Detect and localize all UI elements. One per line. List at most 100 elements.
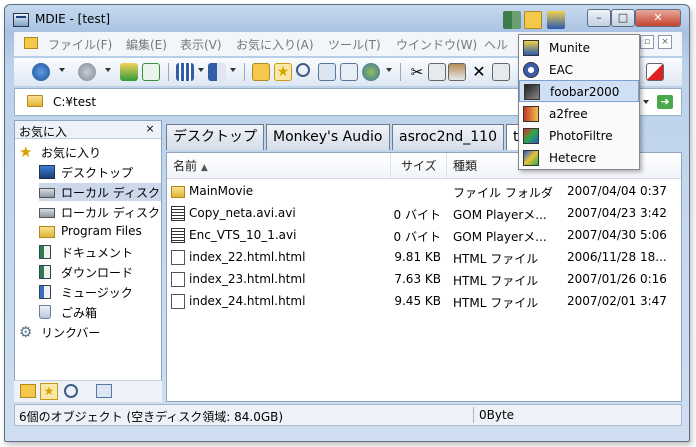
delete-icon[interactable]: ✕ [470, 63, 488, 81]
file-row[interactable]: index_24.html.html 9.45 KB HTML ファイル 200… [167, 291, 681, 313]
file-name: Enc_VTS_10_1.avi [189, 228, 297, 242]
forward-dropdown-icon[interactable] [105, 68, 111, 72]
titlebar-launcher-icon[interactable] [547, 11, 565, 29]
sort-dropdown-icon[interactable] [230, 68, 236, 72]
titlebar-folder-icon[interactable] [524, 11, 542, 29]
app-icon [13, 13, 29, 27]
tree-item-favorites[interactable]: ★ お気に入り [19, 143, 159, 161]
thumbnail-icon[interactable] [340, 63, 358, 81]
cut-icon[interactable]: ✂ [408, 63, 426, 81]
status-size: 0Byte [479, 408, 515, 422]
file-row[interactable]: Copy_neta.avi.avi 0 バイト GOM Playerメ... 2… [167, 203, 681, 225]
file-size: 9.81 KB [394, 250, 441, 264]
titlebar-tool-icon[interactable] [503, 11, 521, 29]
address-input[interactable]: C:¥test [53, 95, 96, 109]
favorites-star-icon[interactable]: ★ [274, 63, 292, 81]
favorites-pane-footer: ★ [14, 380, 162, 402]
footer-preview-icon[interactable] [96, 384, 112, 398]
file-name: index_24.html.html [189, 294, 306, 308]
html-file-icon [171, 272, 185, 287]
minimize-button[interactable]: – [587, 9, 611, 27]
internet-icon[interactable] [362, 63, 380, 81]
internet-dropdown-icon[interactable] [386, 68, 392, 72]
close-button[interactable]: ✕ [635, 9, 681, 27]
mdi-restore-button[interactable]: ▫ [640, 35, 654, 49]
file-row[interactable]: index_23.html.html 7.63 KB HTML ファイル 200… [167, 269, 681, 291]
file-list: 名前 ▲ サイズ 種類 MainMovie ファイル フォルダ 2007/04/… [166, 152, 682, 402]
popup-item-munite[interactable]: Munite [519, 37, 639, 59]
up-folder-icon[interactable] [120, 63, 138, 81]
footer-favorites-icon[interactable]: ★ [40, 383, 58, 400]
column-header-name[interactable]: 名前 ▲ [167, 153, 391, 179]
tab-asroc2nd[interactable]: asroc2nd_110 [392, 124, 504, 150]
popup-item-photofiltre[interactable]: PhotoFiltre [519, 125, 639, 147]
menu-folder-icon [24, 37, 38, 49]
menu-help[interactable]: ヘル [484, 36, 508, 53]
menu-file[interactable]: ファイル(F) [48, 36, 112, 53]
footer-folder-icon[interactable] [20, 384, 36, 398]
favorites-pane-close-button[interactable]: × [143, 122, 157, 136]
copy-icon[interactable] [428, 63, 446, 81]
folders-icon[interactable] [252, 63, 270, 81]
status-objects: 6個のオブジェクト (空きディスク領域: 84.0GB) [19, 410, 284, 424]
menu-window[interactable]: ウインドウ(W) [396, 36, 477, 53]
footer-search-icon[interactable] [64, 384, 78, 398]
popup-item-eac[interactable]: EAC [519, 59, 639, 81]
tree-item-music[interactable]: ミュージック [39, 283, 159, 301]
favorites-pane: お気に入 × ★ お気に入り デスクトップ ローカル ディスク ローカル ディス… [14, 120, 162, 402]
tab-monkeys-audio[interactable]: Monkey's Audio [266, 124, 390, 150]
tree-item-links-bar[interactable]: ⚙ リンクバー [19, 323, 159, 341]
photofiltre-icon [523, 128, 539, 144]
file-date: 2007/04/04 0:37 [567, 184, 667, 198]
mdi-close-button[interactable]: × [658, 35, 672, 49]
a2free-icon [523, 106, 539, 122]
toolbar-separator [168, 63, 169, 81]
go-arrow-icon[interactable]: ➜ [657, 95, 673, 109]
view-icon[interactable] [176, 63, 194, 81]
tree-item-recycle-bin[interactable]: ごみ箱 [39, 303, 159, 321]
properties-icon[interactable] [492, 63, 510, 81]
file-row[interactable]: index_22.html.html 9.81 KB HTML ファイル 200… [167, 247, 681, 269]
menu-edit[interactable]: 編集(E) [126, 36, 167, 53]
file-row[interactable]: MainMovie ファイル フォルダ 2007/04/04 0:37 [167, 181, 681, 203]
tree-item-downloads[interactable]: ダウンロード [39, 263, 159, 281]
tree-item-local-disk-2[interactable]: ローカル ディスク [39, 203, 161, 221]
popup-item-foobar2000[interactable]: foobar2000 [519, 80, 639, 102]
forward-icon[interactable] [78, 63, 96, 81]
file-size: 7.63 KB [394, 272, 441, 286]
search-icon[interactable] [296, 63, 310, 77]
view-dropdown-icon[interactable] [198, 68, 204, 72]
tab-desktop[interactable]: デスクトップ [166, 124, 264, 150]
eac-icon [523, 62, 539, 78]
tree-item-desktop[interactable]: デスクトップ [39, 163, 159, 181]
back-dropdown-icon[interactable] [59, 68, 65, 72]
maximize-button[interactable]: □ [611, 9, 635, 27]
munite-icon [523, 40, 539, 56]
file-date: 2006/11/28 18... [567, 250, 667, 264]
title-bar: MDIE - [test] – □ ✕ [5, 5, 689, 35]
sort-icon[interactable] [208, 63, 226, 81]
status-divider [473, 407, 474, 423]
popup-item-a2free[interactable]: a2free [519, 103, 639, 125]
file-date: 2007/04/30 5:06 [567, 228, 667, 242]
address-dropdown-icon[interactable] [643, 100, 649, 104]
file-size: 0 バイト [393, 208, 441, 222]
menu-favorites[interactable]: お気に入り(A) [236, 36, 314, 53]
menu-tools[interactable]: ツール(T) [328, 36, 381, 53]
popup-item-hetecre[interactable]: Hetecre [519, 147, 639, 169]
favorites-pane-header: お気に入 × [15, 121, 161, 139]
paste-icon[interactable] [448, 63, 466, 81]
file-type: GOM Playerメ... [453, 230, 547, 244]
refresh-icon[interactable] [142, 63, 160, 81]
file-type: HTML ファイル [453, 252, 539, 266]
file-row[interactable]: Enc_VTS_10_1.avi 0 バイト GOM Playerメ... 20… [167, 225, 681, 247]
tree-item-local-disk-1[interactable]: ローカル ディスク [39, 183, 161, 201]
menu-view[interactable]: 表示(V) [180, 36, 222, 53]
back-icon[interactable] [32, 63, 50, 81]
column-header-size[interactable]: サイズ [391, 153, 447, 179]
preview-icon[interactable] [318, 63, 336, 81]
file-size: 9.45 KB [394, 294, 441, 308]
tree-item-program-files[interactable]: Program Files [39, 223, 159, 241]
tree-item-documents[interactable]: ドキュメント [39, 243, 159, 261]
disconnect-icon[interactable] [646, 63, 664, 81]
